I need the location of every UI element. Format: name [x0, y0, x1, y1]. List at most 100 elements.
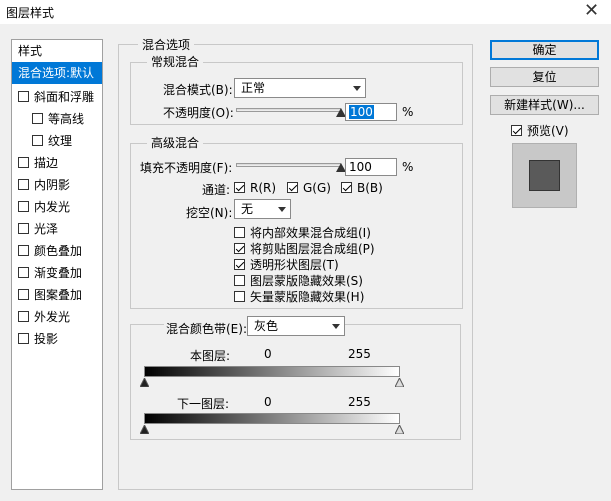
style-list-item[interactable]: 投影 — [12, 328, 102, 350]
checkbox-icon[interactable] — [18, 91, 29, 102]
checkbox-icon[interactable] — [32, 113, 43, 124]
close-icon[interactable]: ✕ — [584, 1, 599, 21]
checkbox-icon[interactable] — [18, 201, 29, 212]
this-layer-min: 0 — [264, 347, 272, 361]
checkbox-icon — [234, 275, 245, 286]
check-icon — [234, 259, 245, 270]
this-layer-label: 本图层: — [190, 349, 231, 363]
underlying-layer-black-handle[interactable] — [140, 425, 149, 434]
this-layer-black-handle[interactable] — [140, 378, 149, 387]
channel-g-checkbox[interactable]: G(G) — [287, 181, 331, 195]
channel-g-label: G(G) — [303, 181, 331, 195]
style-list-item-label: 描边 — [34, 156, 59, 170]
advanced-option-checkbox[interactable]: 将内部效果混合成组(I) — [234, 224, 371, 241]
blend-mode-select[interactable]: 正常 — [234, 78, 366, 98]
style-list-item[interactable]: 光泽 — [12, 218, 102, 240]
style-list-item[interactable]: 纹理 — [12, 130, 102, 152]
style-list-item[interactable]: 斜面和浮雕 — [12, 86, 102, 108]
style-list-item[interactable]: 等高线 — [12, 108, 102, 130]
preview-label: 预览(V) — [527, 124, 569, 138]
fill-opacity-percent: % — [402, 160, 414, 174]
channel-b-label: B(B) — [357, 181, 383, 195]
window-title: 图层样式 — [6, 6, 55, 20]
fill-opacity-input[interactable]: 100 — [345, 158, 397, 176]
opacity-value: 100 — [349, 105, 374, 119]
advanced-option-checkbox[interactable]: 将剪贴图层混合成组(P) — [234, 240, 375, 257]
opacity-slider[interactable] — [236, 108, 341, 112]
this-layer-max: 255 — [348, 347, 371, 361]
checkbox-icon[interactable] — [18, 179, 29, 190]
style-list-item-label: 光泽 — [34, 222, 59, 236]
style-list-item[interactable]: 混合选项:默认 — [12, 62, 102, 84]
checkbox-icon[interactable] — [18, 289, 29, 300]
blend-if-label: 混合颜色带(E): — [164, 320, 249, 337]
channel-b-checkbox[interactable]: B(B) — [341, 181, 383, 195]
style-list-item-label: 内阴影 — [34, 178, 71, 192]
style-list-item[interactable]: 颜色叠加 — [12, 240, 102, 262]
preview-swatch — [529, 160, 560, 191]
checkbox-icon — [234, 291, 245, 302]
ok-button[interactable]: 确定 — [490, 40, 599, 60]
underlying-layer-white-handle[interactable] — [395, 425, 404, 434]
opacity-input[interactable]: 100 — [345, 103, 397, 121]
style-list-item[interactable]: 渐变叠加 — [12, 262, 102, 284]
this-layer-gradient-bar[interactable] — [144, 366, 400, 377]
title-bar: 图层样式 ✕ — [0, 0, 611, 24]
style-list-item-label: 颜色叠加 — [34, 244, 83, 258]
fill-opacity-label: 填充不透明度(F): — [140, 161, 233, 175]
style-list-item[interactable]: 内发光 — [12, 196, 102, 218]
style-list-item[interactable]: 内阴影 — [12, 174, 102, 196]
preview-thumbnail — [512, 143, 577, 208]
checkbox-icon[interactable] — [18, 267, 29, 278]
advanced-option-label: 将剪贴图层混合成组(P) — [250, 242, 375, 256]
chevron-down-icon — [332, 324, 340, 329]
channel-r-label: R(R) — [250, 181, 277, 195]
style-list-item-label: 渐变叠加 — [34, 266, 83, 280]
general-blending-title: 常规混合 — [147, 53, 204, 70]
underlying-layer-min: 0 — [264, 395, 272, 409]
style-list-item-label: 内发光 — [34, 200, 71, 214]
style-list-item-label: 斜面和浮雕 — [34, 90, 95, 104]
knockout-select[interactable]: 无 — [234, 199, 291, 219]
style-list-item[interactable]: 样式 — [12, 40, 102, 62]
channel-r-checkbox[interactable]: R(R) — [234, 181, 276, 195]
opacity-percent: % — [402, 105, 414, 119]
check-icon — [511, 125, 522, 136]
checkbox-icon[interactable] — [18, 245, 29, 256]
advanced-option-label: 矢量蒙版隐藏效果(H) — [250, 290, 365, 304]
advanced-option-checkbox[interactable]: 矢量蒙版隐藏效果(H) — [234, 288, 364, 305]
checkbox-icon[interactable] — [18, 157, 29, 168]
check-icon — [287, 182, 298, 193]
reset-button[interactable]: 复位 — [490, 67, 599, 87]
checkbox-icon[interactable] — [32, 135, 43, 146]
styles-list: 样式混合选项:默认斜面和浮雕等高线纹理描边内阴影内发光光泽颜色叠加渐变叠加图案叠… — [11, 39, 103, 490]
this-layer-white-handle[interactable] — [395, 378, 404, 387]
style-list-item-label: 外发光 — [34, 310, 71, 324]
checkbox-icon[interactable] — [18, 311, 29, 322]
chevron-down-icon — [278, 207, 286, 212]
channels-label: 通道: — [202, 183, 231, 197]
advanced-option-checkbox[interactable]: 图层蒙版隐藏效果(S) — [234, 272, 363, 289]
underlying-layer-gradient-bar[interactable] — [144, 413, 400, 424]
checkbox-icon[interactable] — [18, 223, 29, 234]
fill-opacity-value: 100 — [349, 160, 372, 174]
advanced-option-checkbox[interactable]: 透明形状图层(T) — [234, 256, 339, 273]
checkbox-icon[interactable] — [18, 333, 29, 344]
check-icon — [234, 182, 245, 193]
chevron-down-icon — [353, 86, 361, 91]
style-list-item-label: 混合选项:默认 — [18, 66, 95, 80]
blend-options-title: 混合选项 — [138, 36, 195, 53]
style-list-item[interactable]: 图案叠加 — [12, 284, 102, 306]
underlying-layer-label: 下一图层: — [177, 397, 230, 411]
blend-if-select[interactable]: 灰色 — [247, 316, 345, 336]
style-list-item[interactable]: 描边 — [12, 152, 102, 174]
style-list-item[interactable]: 外发光 — [12, 306, 102, 328]
blend-mode-value: 正常 — [241, 81, 266, 95]
style-list-item-label: 纹理 — [48, 134, 73, 148]
preview-checkbox[interactable]: 预览(V) — [511, 122, 569, 139]
new-style-button[interactable]: 新建样式(W)... — [490, 95, 599, 115]
advanced-option-label: 图层蒙版隐藏效果(S) — [250, 274, 363, 288]
advanced-blending-title: 高级混合 — [147, 134, 204, 151]
fill-opacity-slider[interactable] — [236, 163, 341, 167]
blend-mode-label: 混合模式(B): — [163, 83, 233, 97]
